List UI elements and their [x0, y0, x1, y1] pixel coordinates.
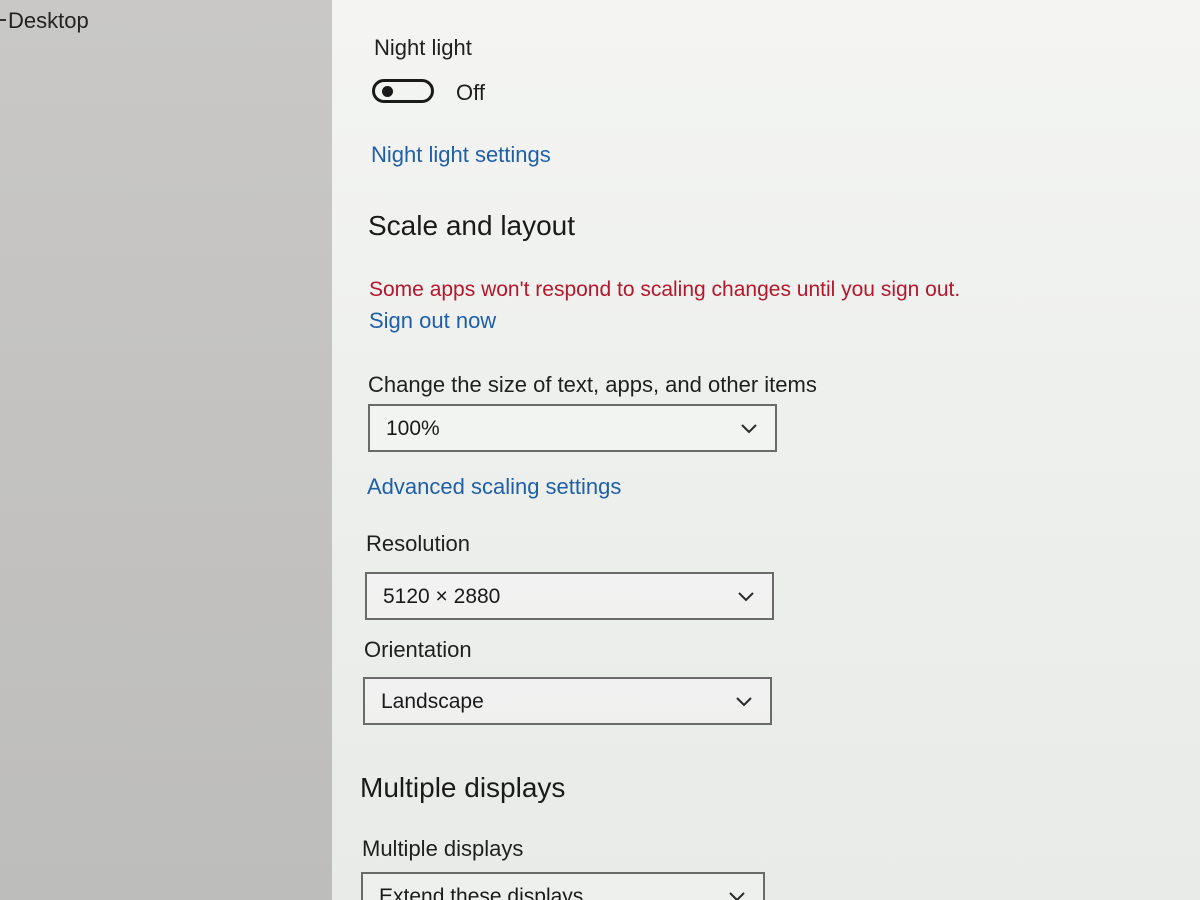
advanced-scaling-settings-link[interactable]: Advanced scaling settings	[367, 474, 621, 500]
resolution-dropdown[interactable]: 5120 × 2880	[365, 572, 774, 620]
night-light-settings-link[interactable]: Night light settings	[371, 142, 551, 168]
left-navigation-pane: Desktop	[0, 0, 332, 900]
sign-out-now-link[interactable]: Sign out now	[369, 308, 496, 334]
orientation-dropdown[interactable]: Landscape	[363, 677, 772, 725]
chevron-down-icon	[741, 420, 757, 436]
chevron-down-icon	[738, 588, 754, 604]
orientation-dropdown-value: Landscape	[381, 690, 484, 713]
scale-dropdown[interactable]: 100%	[368, 404, 777, 452]
scaling-warning-text: Some apps won't respond to scaling chang…	[369, 278, 961, 301]
scale-dropdown-value: 100%	[386, 417, 440, 440]
night-light-toggle-state: Off	[456, 80, 485, 105]
multiple-displays-label: Multiple displays	[362, 836, 524, 861]
orientation-label: Orientation	[364, 637, 472, 662]
nav-bullet-icon	[0, 19, 6, 22]
multiple-displays-dropdown-value: Extend these displays	[379, 885, 584, 900]
multiple-displays-dropdown[interactable]: Extend these displays	[361, 872, 765, 900]
resolution-dropdown-value: 5120 × 2880	[383, 585, 501, 608]
size-label: Change the size of text, apps, and other…	[368, 372, 817, 397]
settings-window: Desktop Night light Off Night light sett…	[0, 0, 1200, 900]
chevron-down-icon	[736, 693, 752, 709]
night-light-label: Night light	[374, 35, 472, 60]
resolution-label: Resolution	[366, 531, 470, 556]
nav-item-label: Desktop	[8, 8, 89, 33]
nav-item-desktop[interactable]: Desktop	[0, 8, 89, 34]
toggle-knob-icon	[382, 86, 393, 97]
night-light-toggle[interactable]	[372, 79, 434, 103]
chevron-down-icon	[729, 888, 745, 900]
multiple-displays-heading: Multiple displays	[360, 772, 566, 803]
scale-and-layout-heading: Scale and layout	[368, 210, 576, 241]
